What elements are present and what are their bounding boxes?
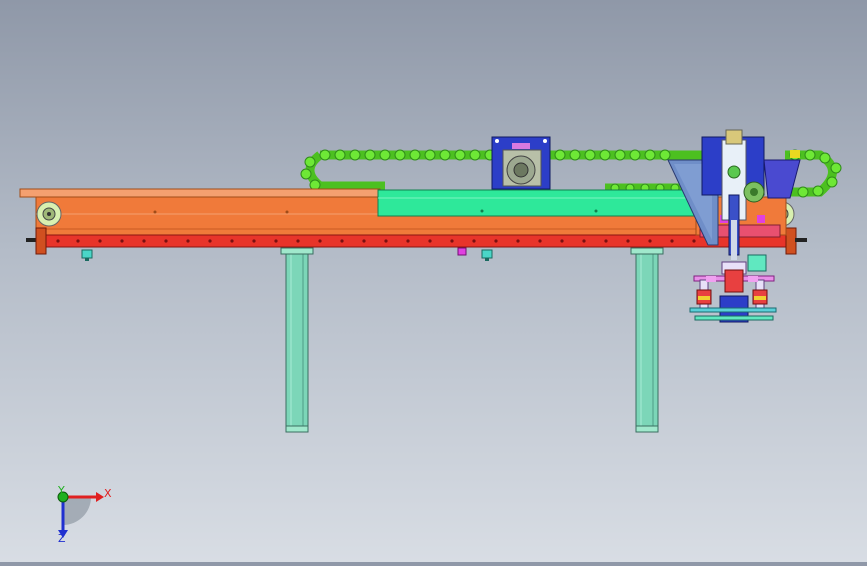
center-motor-block xyxy=(491,136,551,190)
z-axis-label: Z xyxy=(58,532,66,545)
axis-triad[interactable]: X Y Z xyxy=(57,484,112,545)
left-pulley xyxy=(36,201,62,227)
left-leg xyxy=(280,247,314,433)
model-drawing: X Y Z xyxy=(19,129,842,545)
y-axis-label: Y xyxy=(57,484,65,497)
x-axis-label: X xyxy=(104,487,112,500)
right-leg xyxy=(630,247,664,433)
cad-3d-viewport[interactable]: X Y Z xyxy=(0,0,867,562)
slider-plate xyxy=(377,189,697,217)
